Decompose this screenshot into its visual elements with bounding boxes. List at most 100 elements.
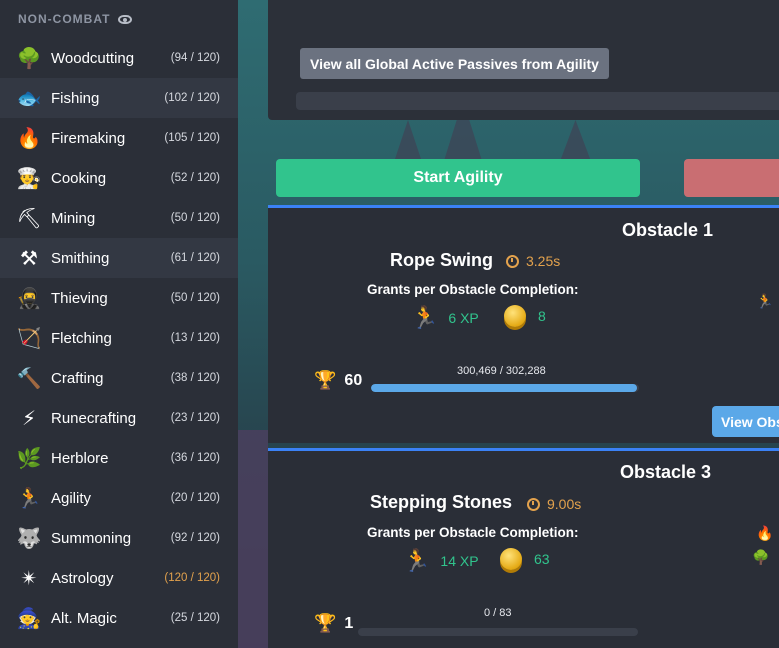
sidebar-item-fishing[interactable]: 🐟 Fishing (102 / 120) [0, 78, 238, 118]
cooking-icon: 👨‍🍳 [16, 167, 42, 190]
mastery-progress-bar [371, 384, 639, 392]
sidebar-item-astrology[interactable]: ✴ Astrology (120 / 120) [0, 558, 238, 598]
agility-xp-icon: 🏃 [403, 548, 431, 573]
skill-name: Cooking [51, 169, 107, 187]
view-global-passives-button[interactable]: View all Global Active Passives from Agi… [300, 48, 609, 79]
sidebar-item-cooking[interactable]: 👨‍🍳 Cooking (52 / 120) [0, 158, 238, 198]
skill-list: 🌳 Woodcutting (94 / 120) 🐟 Fishing (102 / 120… [0, 38, 238, 638]
skill-level: (25 / 120) [170, 612, 220, 624]
fishing-icon: 🐟 [16, 87, 42, 110]
firemaking-icon: 🔥 [16, 127, 42, 150]
skill-level: (61 / 120) [170, 252, 220, 264]
xp-value: 6 XP [448, 310, 479, 326]
skill-level: (105 / 120) [164, 132, 220, 144]
gold-coins-icon [504, 305, 526, 327]
stop-agility-button[interactable] [684, 159, 779, 197]
sidebar-item-mining[interactable]: ⛏ Mining (50 / 120) [0, 198, 238, 238]
agility-xp-icon-edge: 🏃 [756, 293, 774, 309]
skill-level: (52 / 120) [170, 172, 220, 184]
skill-level: (102 / 120) [164, 92, 220, 104]
smithing-icon: ⚒ [20, 247, 38, 270]
sidebar-item-herblore[interactable]: 🌿 Herblore (36 / 120) [0, 438, 238, 478]
skill-name: Herblore [51, 449, 109, 467]
view-obstacle-button[interactable]: View Obstacle [712, 406, 779, 437]
top-progress-bar [296, 92, 779, 110]
skill-level: (50 / 120) [170, 212, 220, 224]
firemaking-icon-edge: 🔥 [756, 525, 774, 541]
runecrafting-icon: ⚡ [21, 407, 37, 430]
skill-name: Woodcutting [51, 49, 135, 67]
skill-level: (50 / 120) [170, 292, 220, 304]
grants-label: Grants per Obstacle Completion: [367, 525, 579, 540]
skills-sidebar: NON-COMBAT 🌳 Woodcutting (94 / 120) 🐟 Fishin… [0, 0, 238, 648]
skill-name: Mining [51, 209, 96, 227]
agility-xp-icon: 🏃 [411, 305, 439, 330]
sidebar-item-thieving[interactable]: 🥷 Thieving (50 / 120) [0, 278, 238, 318]
sidebar-item-firemaking[interactable]: 🔥 Firemaking (105 / 120) [0, 118, 238, 158]
sidebar-item-runecrafting[interactable]: ⚡ Runecrafting (23 / 120) [0, 398, 238, 438]
herblore-icon: 🌿 [16, 447, 42, 470]
sidebar-item-agility[interactable]: 🏃 Agility (20 / 120) [0, 478, 238, 518]
grants-label: Grants per Obstacle Completion: [367, 282, 579, 297]
obstacle-time-value: 3.25s [526, 253, 561, 269]
skill-name: Alt. Magic [51, 609, 117, 627]
sidebar-item-fletching[interactable]: 🏹 Fletching (13 / 120) [0, 318, 238, 358]
woodcutting-icon-edge: 🌳 [752, 549, 770, 565]
mastery-level: 🏆 60 [314, 370, 362, 391]
skill-name: Crafting [51, 369, 104, 387]
skill-name: Runecrafting [51, 409, 137, 427]
obstacle-title: Obstacle 1 [622, 220, 714, 240]
summoning-icon: 🐺 [16, 527, 42, 550]
skill-level: (20 / 120) [170, 492, 220, 504]
obstacle-name: Stepping Stones [370, 492, 513, 512]
trophy-icon: 🏆 [314, 370, 337, 390]
sidebar-item-summoning[interactable]: 🐺 Summoning (92 / 120) [0, 518, 238, 558]
obstacle-name: Rope Swing [390, 250, 493, 270]
obstacle-time: 9.00s [527, 496, 581, 512]
mastery-progress-text: 300,469 / 302,288 [457, 365, 546, 377]
clock-icon [527, 497, 540, 511]
gp-value: 8 [538, 308, 546, 324]
agility-icon: 🏃 [16, 487, 42, 510]
xp-value: 14 XP [440, 553, 479, 569]
sidebar-item-smithing[interactable]: ⚒ Smithing (61 / 120) [0, 238, 238, 278]
skill-name: Summoning [51, 529, 132, 547]
mastery-progress-text: 0 / 83 [484, 607, 512, 619]
skill-level: (38 / 120) [170, 372, 220, 384]
skill-level: (120 / 120) [164, 572, 220, 584]
clock-icon [506, 254, 519, 268]
gp-reward: 8 [504, 305, 546, 327]
xp-reward: 🏃 14 XP [403, 548, 479, 574]
start-agility-button[interactable]: Start Agility [276, 159, 640, 197]
skill-name: Smithing [51, 249, 110, 267]
skill-level: (94 / 120) [170, 52, 220, 64]
sidebar-item-alt-magic[interactable]: 🧙 Alt. Magic (25 / 120) [0, 598, 238, 638]
sidebar-item-crafting[interactable]: 🔨 Crafting (38 / 120) [0, 358, 238, 398]
fletching-icon: 🏹 [16, 327, 42, 350]
xp-reward: 🏃 6 XP [411, 305, 479, 331]
sidebar-item-woodcutting[interactable]: 🌳 Woodcutting (94 / 120) [0, 38, 238, 78]
mining-icon: ⛏ [16, 207, 42, 230]
skill-name: Astrology [51, 569, 114, 587]
non-combat-label: NON-COMBAT [18, 12, 111, 26]
eye-icon[interactable] [118, 14, 133, 24]
obstacle-card: Obstacle 1 Rope Swing 3.25s Grants per O… [268, 205, 779, 443]
gold-coins-icon [500, 548, 522, 570]
mastery-level-value: 60 [344, 371, 363, 389]
skill-name: Fishing [51, 89, 100, 107]
thieving-icon: 🥷 [16, 287, 42, 310]
trophy-icon: 🏆 [314, 613, 337, 633]
astrology-icon: ✴ [20, 567, 38, 590]
skill-name: Fletching [51, 329, 112, 347]
non-combat-header[interactable]: NON-COMBAT [0, 0, 238, 38]
skill-level: (13 / 120) [170, 332, 220, 344]
skill-level: (23 / 120) [170, 412, 220, 424]
woodcutting-icon: 🌳 [16, 47, 42, 70]
alt-magic-icon: 🧙 [16, 607, 42, 630]
skill-name: Agility [51, 489, 92, 507]
gp-value: 63 [534, 551, 550, 567]
mastery-progress-bar [358, 628, 638, 636]
skill-name: Firemaking [51, 129, 126, 147]
mastery-level: 🏆 1 [314, 613, 353, 634]
skill-level: (36 / 120) [170, 452, 220, 464]
